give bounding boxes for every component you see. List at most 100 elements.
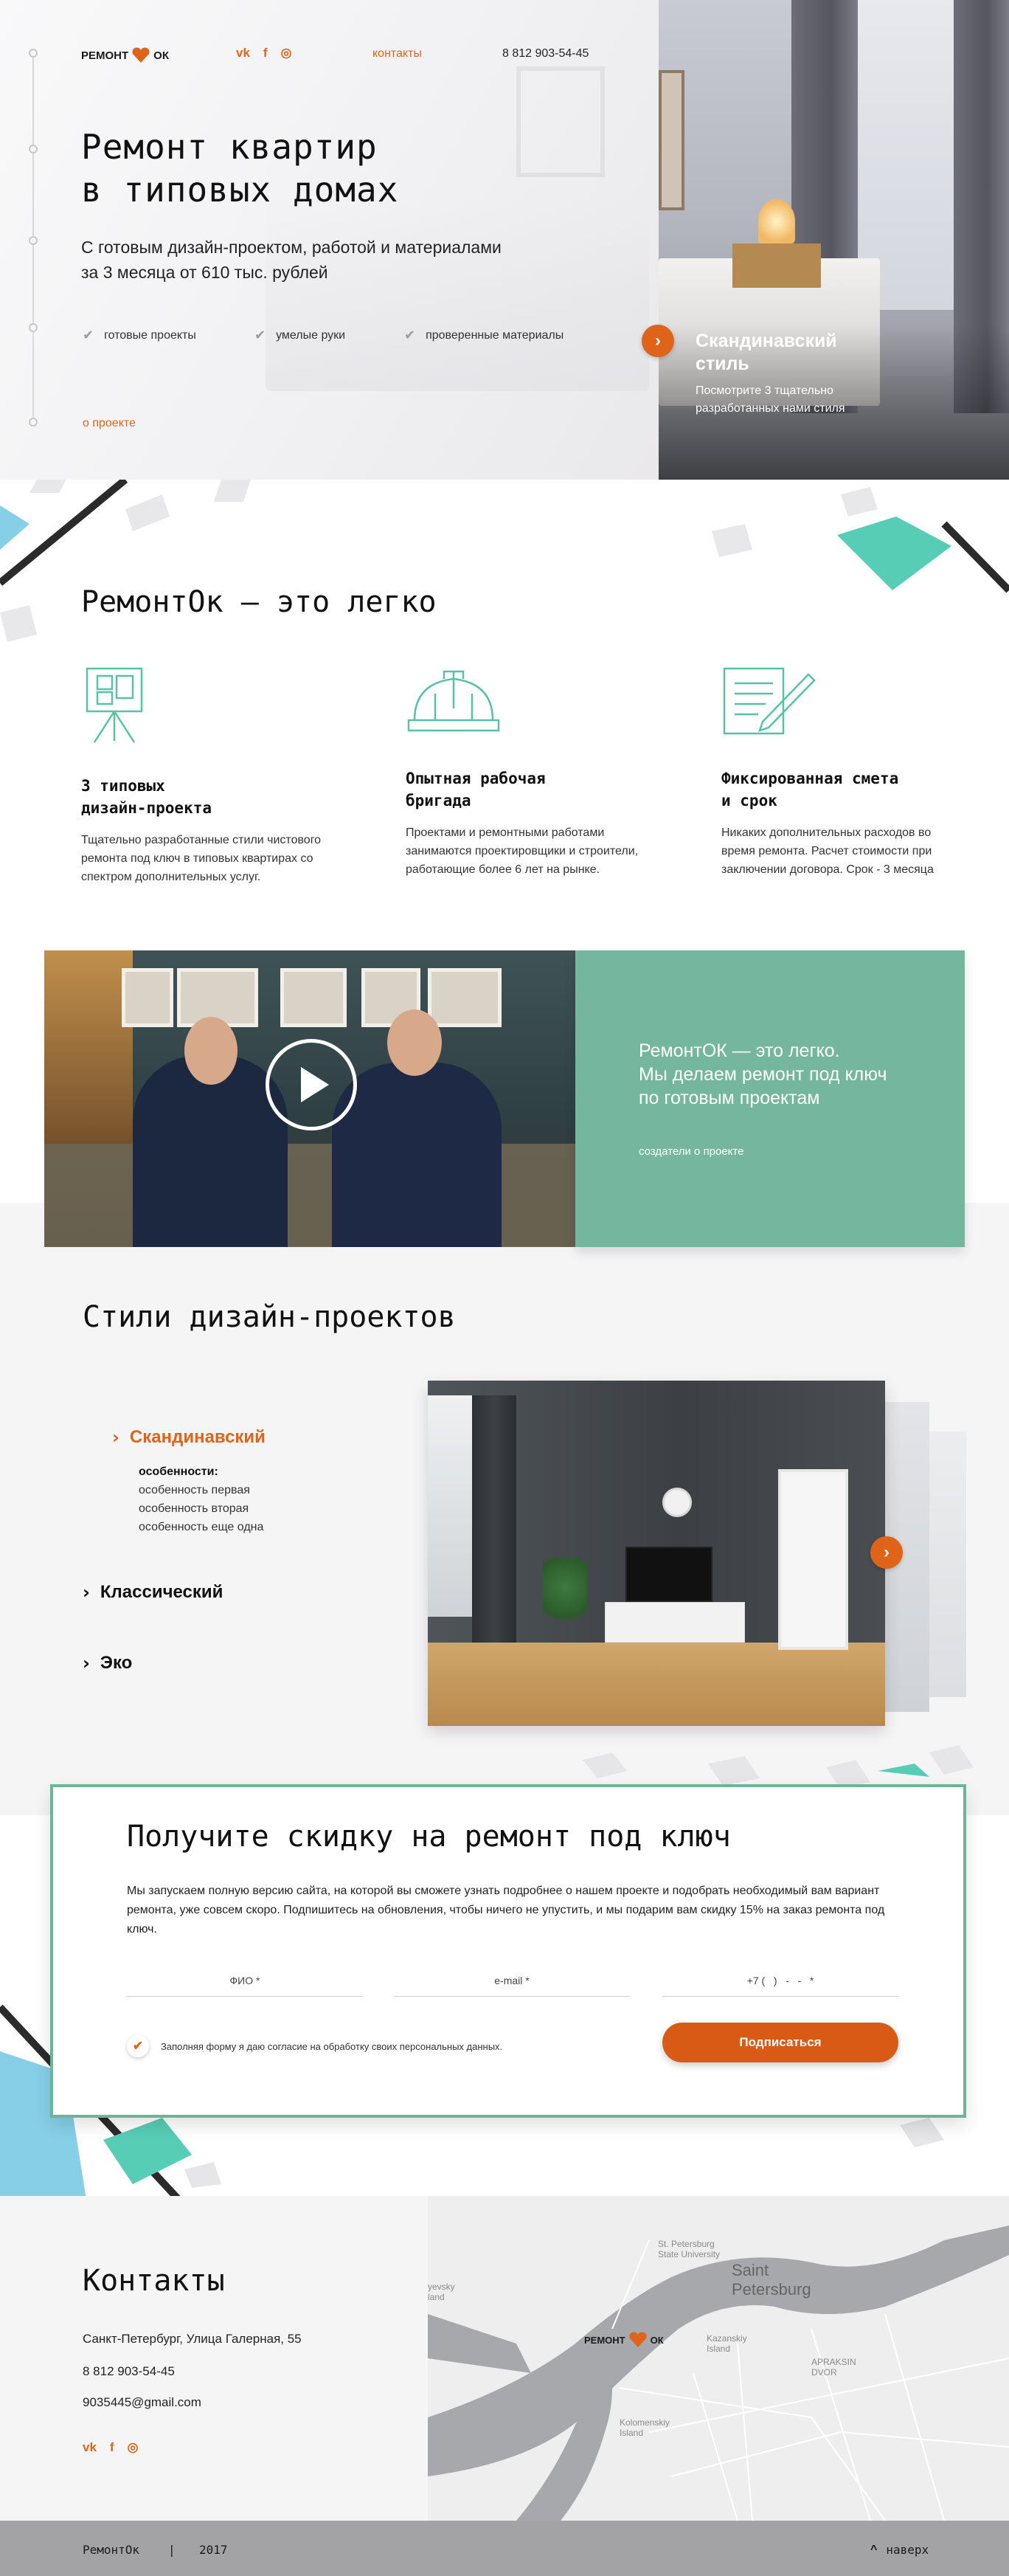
vk-icon[interactable]: vk [83,2440,97,2455]
hero-style-title-line: Скандинавский [696,331,837,351]
hero-section: РЕМОНТ ОК vk f ◎ контакты 8 812 903-54-4… [0,0,1009,480]
chevron-right-icon: › [655,331,661,351]
hero-style-desc-line: Посмотрите 3 тщательно [696,384,833,397]
style-tab-label: Эко [100,1653,133,1673]
scroll-top-link[interactable]: ^ наверх [870,2543,929,2557]
style-tab-scandinavian[interactable]: › Скандинавский [112,1427,266,1448]
check-icon: ✔ [132,2039,144,2053]
style-photo [428,1381,885,1726]
contacts-title: Контакты [83,2264,225,2298]
timeline-dot[interactable] [29,323,38,332]
contacts-section [0,2196,428,2521]
facebook-icon[interactable]: f [110,2440,114,2455]
video-info-card: РемонтОК — это легко. Мы делаем ремонт п… [575,950,965,1247]
contacts-social-links: vk f ◎ [83,2440,138,2455]
document-pen-icon [723,667,816,735]
hero-feature-label: готовые проекты [104,328,196,342]
map-marker-logo[interactable]: РЕМОНТ ОК [584,2332,664,2348]
timeline-dot[interactable] [29,145,38,153]
phone-field [662,1966,898,1997]
check-icon: ✔ [254,328,266,342]
header-phone[interactable]: 8 812 903-54-45 [502,47,589,61]
decorative-shapes-top [0,480,1009,642]
discount-description: Мы запускаем полную версию сайта, на кот… [127,1885,885,1936]
room-curtain [472,1395,516,1646]
map[interactable]: St. Petersburg State University Saint Pete… [428,2196,1009,2521]
play-icon[interactable] [266,1039,357,1130]
logo-text-right: ОК [650,2334,664,2346]
discount-form: Получите скидку на ремонт под ключ Мы за… [50,1784,966,2118]
footer: РемонтОк | 2017 ^ наверх [0,2521,1009,2576]
name-input[interactable] [127,1966,363,1995]
email-field [394,1966,630,1997]
video-card-text: РемонтОК — это легко. Мы делаем ремонт п… [639,1039,934,1110]
wall-picture [659,70,684,210]
check-icon: ✔ [404,328,416,342]
style-feature: особенность вторая [139,1502,249,1515]
hero-style-title: Скандинавский стиль [696,330,873,376]
contact-phone[interactable]: 8 812 903-54-45 [83,2364,175,2379]
map-label-apraksin: APRAKSIN DVOR [811,2357,856,2378]
easel-icon [86,667,143,743]
instagram-icon[interactable]: ◎ [281,46,292,61]
video-player[interactable] [44,950,575,1247]
logo[interactable]: РЕМОНТ ОК [81,47,169,63]
instagram-icon[interactable]: ◎ [128,2440,139,2455]
style-tab-label: Классический [100,1582,223,1602]
hero-faint-bed [266,199,649,391]
room-floor [428,1643,885,1726]
easy-item: Опытная рабочая бригада Проектами и ремон… [406,664,686,879]
lamp [758,199,795,244]
video-person [332,1063,502,1247]
style-next-button[interactable]: › [870,1536,903,1569]
consent-text: Заполняя форму я даю согласие на обработ… [161,2040,503,2052]
room-plant [543,1558,587,1631]
contacts-nav-link[interactable]: контакты [372,47,422,61]
map-label-left: yevsky land [428,2282,455,2302]
video-card-line: РемонтОК — это легко. [639,1040,840,1061]
facebook-icon[interactable]: f [263,46,268,61]
easy-item-title: 3 типовых дизайн-проекта [81,777,212,817]
room-cabinet [605,1602,745,1643]
vk-icon[interactable]: vk [236,46,250,61]
easy-item-description: Проектами и ремонтными работами занимаютс… [406,826,639,876]
consent-row: ✔ Заполняя форму я даю согласие на обраб… [127,2035,502,2057]
creators-link[interactable]: создатели о проекте [639,1145,743,1158]
phone-input[interactable] [662,1966,898,1995]
hero-next-button[interactable]: › [642,325,674,357]
style-tab-classic[interactable]: › Классический [83,1582,223,1603]
contact-email[interactable]: 9035445@gmail.com [83,2395,201,2410]
hero-subtitle: С готовым дизайн-проектом, работой и мат… [81,235,538,285]
style-tab-eco[interactable]: › Эко [83,1653,132,1674]
timeline-dot[interactable] [29,418,38,427]
consent-checkbox[interactable]: ✔ [127,2035,149,2057]
video-frame [280,968,347,1027]
name-field [127,1966,363,1997]
easy-section-title: РемонтОк — это легко [81,585,437,619]
discount-title: Получите скидку на ремонт под ключ [127,1820,731,1854]
subscribe-button[interactable]: Подписаться [662,2023,898,2062]
timeline-dot[interactable] [29,236,38,245]
about-project-link[interactable]: о проекте [83,417,136,430]
heart-logo-icon [629,2332,647,2347]
styles-section-title: Стили дизайн-проектов [83,1300,456,1334]
heart-logo-icon [132,47,150,63]
map-label-kazansky: Kazanskiy Island [707,2333,747,2354]
email-input[interactable] [394,1966,630,1995]
room-door [778,1469,848,1650]
nightstand [732,244,821,288]
logo-text-right: ОК [153,49,169,62]
video-card-line: по готовым проектам [639,1088,820,1108]
footer-divider: | [168,2543,176,2557]
chevron-up-icon: ^ [870,2543,878,2556]
hero-faint-frame [516,66,605,177]
hard-hat-icon [407,670,500,732]
chevron-right-icon: › [884,1542,890,1562]
hero-feature: ✔ готовые проекты [83,328,196,343]
room-clock [662,1488,692,1517]
hero-title-line: Ремонт квартир [81,127,378,167]
hero-subtitle-line: С готовым дизайн-проектом, работой и мат… [81,238,502,257]
timeline-dot[interactable] [29,49,38,58]
map-label-city: Saint Petersburg [732,2261,811,2299]
video-person-head [184,1017,237,1085]
